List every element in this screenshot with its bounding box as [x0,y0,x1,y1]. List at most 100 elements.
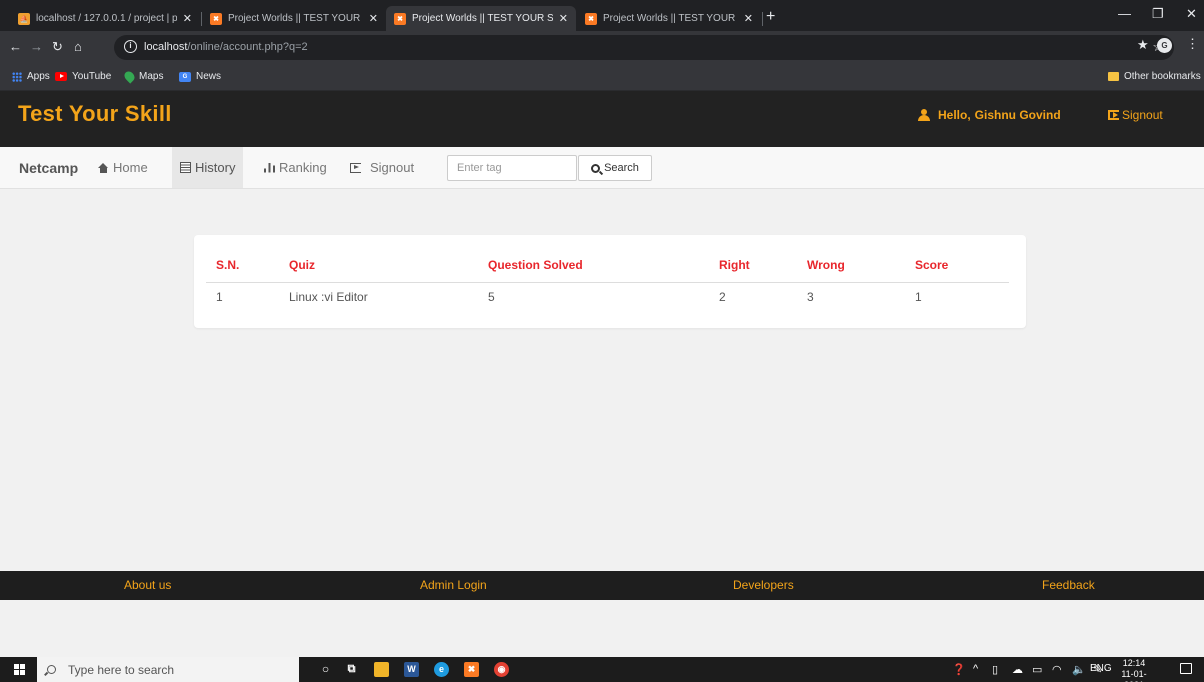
nav-history-label: History [195,160,236,175]
search-button[interactable]: Search [578,155,652,181]
footer-feedback-link[interactable]: Feedback [1042,578,1095,592]
close-window-icon[interactable]: ✕ [1186,6,1197,22]
task-view-icon[interactable]: ⧉ [344,662,359,677]
address-bar[interactable]: i localhost/online/account.php?q=2 ☆ [114,35,1174,60]
windows-start-icon[interactable] [14,664,25,675]
column-header-wrong: Wrong [797,249,905,283]
header-signout-link[interactable]: Signout [1108,108,1163,122]
nav-home[interactable]: Home [98,147,148,188]
footer-about-link[interactable]: About us [124,578,171,592]
profile-avatar-icon[interactable]: G [1157,38,1172,53]
user-greeting: Hello, Gishnu Govind [918,108,1061,122]
xampp-icon: ✖ [394,12,406,25]
browser-tab-4[interactable]: ✖ Project Worlds || TEST YOUR SKIL ✕ [577,6,761,31]
help-icon[interactable]: ❓ [952,663,966,676]
column-header-right: Right [709,249,797,283]
close-tab-icon[interactable]: ✕ [183,12,192,25]
show-hidden-icons-icon[interactable]: ^ [973,663,978,675]
word-icon[interactable]: W [404,662,419,677]
url-host: localhost [144,41,188,53]
apps-grid-icon [12,71,22,82]
language-indicator[interactable]: ENG [1090,663,1112,674]
table-header-row: S.N. Quiz Question Solved Right Wrong Sc… [206,249,1009,283]
chrome-icon[interactable]: ◉ [494,662,509,677]
xampp-icon[interactable]: ✖ [464,662,479,677]
taskbar-search-box[interactable]: Type here to search [37,657,299,682]
bookmark-news[interactable]: G News [179,71,221,82]
header-signout-label: Signout [1122,108,1163,122]
maps-icon [122,69,137,84]
device-icon[interactable]: ▯ [992,663,998,676]
footer-developers-link[interactable]: Developers [733,578,794,592]
cell-sn: 1 [216,290,223,305]
column-header-sn: S.N. [206,249,279,283]
onedrive-cloud-icon[interactable]: ☁ [1012,663,1023,676]
windows-taskbar: Type here to search ○ ⧉ W e ✖ ◉ ❓ ^ ▯ ☁ … [0,657,1204,682]
clock-time: 12:14 [1122,658,1146,668]
notification-center-icon[interactable] [1180,663,1192,674]
extension-icon[interactable]: ★ [1137,37,1149,53]
minimize-icon[interactable]: — [1118,6,1131,21]
footer-admin-login-link[interactable]: Admin Login [420,578,487,592]
nav-signout-label: Signout [370,160,415,175]
cortana-icon[interactable]: ○ [318,662,333,677]
bookmark-maps[interactable]: Maps [122,69,164,84]
battery-icon[interactable]: ▭ [1032,663,1042,676]
user-name[interactable]: Gishnu Govind [975,108,1061,122]
greeting-text: Hello, [938,108,971,122]
browser-menu-icon[interactable]: ⋮ [1186,36,1199,52]
wifi-icon[interactable]: ◠ [1052,663,1062,676]
xampp-icon: ✖ [585,12,597,25]
navbar-brand[interactable]: Netcamp [19,160,78,176]
bookmark-youtube[interactable]: YouTube [55,71,111,82]
clock-date: 11-01-2021 [1121,669,1147,682]
nav-history[interactable]: History [172,147,244,188]
column-header-question-solved: Question Solved [478,249,709,283]
reload-icon[interactable]: ↻ [52,39,63,55]
history-list-icon [180,162,191,173]
nav-ranking[interactable]: Ranking [264,147,327,188]
volume-icon[interactable]: 🔈 [1072,663,1086,676]
browser-tab-3[interactable]: ✖ Project Worlds || TEST YOUR SKIL ✕ [386,6,576,31]
home-icon[interactable]: ⌂ [74,39,82,55]
search-icon [591,163,601,173]
close-tab-icon[interactable]: ✕ [744,12,753,25]
table-row: 1 Linux :vi Editor 5 2 3 1 [206,282,1009,312]
search-icon [47,665,56,674]
nav-home-label: Home [113,160,148,175]
forward-icon[interactable]: → [30,39,43,55]
bookmark-apps[interactable]: Apps [12,71,50,82]
column-header-quiz: Quiz [279,249,478,283]
browser-tab-strip: ⛵ localhost / 127.0.0.1 / project | p ✕ … [0,0,1204,31]
bookmark-label: Maps [139,71,164,82]
bookmark-label: Apps [27,71,50,82]
close-tab-icon[interactable]: ✕ [369,12,378,25]
history-panel: S.N. Quiz Question Solved Right Wrong Sc… [194,235,1026,328]
site-header: Test Your Skill Hello, Gishnu Govind Sig… [0,91,1204,147]
search-button-label: Search [604,162,639,174]
signout-icon [1108,110,1119,120]
cell-quiz: Linux :vi Editor [289,290,368,305]
file-explorer-icon[interactable] [374,662,389,677]
browser-tab-2[interactable]: ✖ Project Worlds || TEST YOUR SKIL ✕ [202,6,386,31]
taskbar-clock[interactable]: 12:14 11-01-2021 [1116,658,1152,682]
close-tab-icon[interactable]: ✕ [559,12,568,25]
browser-tab-title: Project Worlds || TEST YOUR SKIL [603,13,738,24]
edge-icon[interactable]: e [434,662,449,677]
browser-tab-title: Project Worlds || TEST YOUR SKIL [412,13,553,24]
other-bookmarks[interactable]: Other bookmarks [1108,71,1201,82]
info-icon[interactable]: i [124,40,137,53]
restore-icon[interactable]: ❐ [1152,6,1164,22]
nav-signout[interactable]: Signout [350,147,414,188]
tag-search-input[interactable] [447,155,577,181]
history-table: S.N. Quiz Question Solved Right Wrong Sc… [206,249,1009,312]
xampp-icon: ✖ [210,12,222,25]
back-icon[interactable]: ← [9,39,22,55]
url-path: /online/account.php?q=2 [187,41,308,53]
browser-tab-1[interactable]: ⛵ localhost / 127.0.0.1 / project | p ✕ [10,6,200,31]
site-logo[interactable]: Test Your Skill [18,101,172,127]
cell-score: 1 [915,290,922,305]
phpmyadmin-icon: ⛵ [18,12,30,25]
site-footer: About us Admin Login Developers Feedback [0,571,1204,600]
new-tab-icon[interactable]: + [766,9,775,25]
